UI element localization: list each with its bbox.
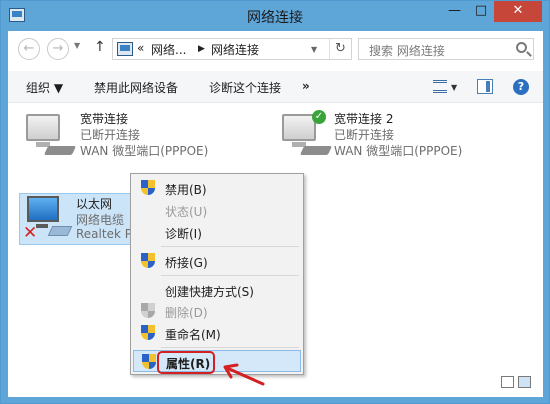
connection-device: Realtek P bbox=[76, 227, 132, 241]
connection-status: 已断开连接 bbox=[334, 128, 395, 142]
menu-item-label: 禁用(B) bbox=[165, 183, 207, 197]
back-button[interactable]: ← bbox=[18, 38, 40, 60]
connection-name: 宽带连接 2 bbox=[334, 112, 394, 126]
connection-item[interactable]: ✓ 宽带连接 2 已断开连接 WAN 微型端口(PPPOE) bbox=[268, 104, 538, 164]
diagnose-connection-button[interactable]: 诊断这个连接 bbox=[209, 79, 281, 96]
menu-item-rename[interactable]: 重命名(M) bbox=[133, 322, 301, 344]
refresh-button[interactable]: ↻ bbox=[329, 39, 351, 59]
uac-shield-icon bbox=[141, 325, 155, 341]
menu-separator bbox=[161, 246, 299, 247]
network-plug-icon bbox=[47, 226, 73, 236]
computer-icon bbox=[27, 196, 59, 222]
maximize-button[interactable]: □ bbox=[468, 1, 494, 22]
connection-name: 宽带连接 bbox=[80, 112, 129, 126]
connection-status: 网络电缆 bbox=[76, 213, 125, 227]
forward-button[interactable]: → bbox=[47, 38, 69, 60]
connection-status: 已断开连接 bbox=[80, 128, 141, 142]
red-x-icon: ✕ bbox=[23, 223, 38, 243]
tiles-view-icon[interactable] bbox=[518, 376, 531, 388]
address-bar: ← → ▼ ↑ « 网络... ▶ 网络连接 ▼ ↻ 搜索 网络连接 bbox=[8, 31, 543, 67]
menu-item-bridge[interactable]: 桥接(G) bbox=[133, 250, 301, 272]
menu-separator bbox=[161, 347, 299, 348]
connection-device: WAN 微型端口(PPPOE) bbox=[334, 144, 463, 158]
menu-item-label: 状态(U) bbox=[165, 205, 208, 219]
minimize-button[interactable]: — bbox=[441, 1, 468, 22]
menu-item-disable[interactable]: 禁用(B) bbox=[133, 177, 301, 199]
computer-icon bbox=[282, 114, 316, 141]
connection-device: WAN 微型端口(PPPOE) bbox=[80, 144, 209, 158]
network-icon bbox=[117, 42, 133, 56]
preview-pane-icon[interactable] bbox=[477, 79, 493, 94]
recent-locations-dropdown[interactable]: ▼ bbox=[74, 41, 80, 50]
details-view-icon[interactable] bbox=[501, 376, 514, 388]
uac-shield-icon bbox=[142, 354, 156, 370]
menu-item-diagnose[interactable]: 诊断(I) bbox=[133, 221, 301, 243]
uac-shield-icon bbox=[141, 180, 155, 196]
breadcrumb-network-connections[interactable]: 网络连接 bbox=[211, 41, 259, 58]
modem-icon bbox=[43, 146, 77, 155]
uac-shield-icon bbox=[141, 253, 155, 269]
computer-icon bbox=[26, 114, 60, 141]
breadcrumb-overflow[interactable]: « bbox=[137, 41, 144, 55]
menu-item-label: 创建快捷方式(S) bbox=[165, 285, 254, 299]
view-toggle-icons bbox=[501, 376, 535, 390]
monitor-stand bbox=[36, 224, 48, 228]
menu-item-label: 重命名(M) bbox=[165, 328, 221, 342]
breadcrumb-network[interactable]: 网络... bbox=[151, 41, 186, 58]
breadcrumb-separator[interactable]: ▶ bbox=[198, 44, 205, 54]
close-button[interactable]: ✕ bbox=[494, 1, 542, 22]
view-dropdown[interactable]: ▼ bbox=[451, 83, 457, 92]
search-input[interactable]: 搜索 网络连接 bbox=[358, 38, 534, 60]
uac-shield-icon bbox=[141, 303, 155, 319]
highlight-outline bbox=[157, 351, 215, 374]
menu-separator bbox=[161, 275, 299, 276]
menu-item-delete[interactable]: 删除(D) bbox=[133, 300, 301, 322]
command-bar: 组织 ▼ 禁用此网络设备 诊断这个连接 » ▼ ? bbox=[8, 71, 543, 103]
menu-item-label: 删除(D) bbox=[165, 306, 208, 320]
more-commands-button[interactable]: » bbox=[302, 79, 310, 93]
organize-menu[interactable]: 组织 ▼ bbox=[26, 79, 63, 96]
context-menu: 禁用(B) 状态(U) 诊断(I) 桥接(G) 创建快捷方式(S) 删除(D) … bbox=[130, 173, 304, 375]
address-box[interactable]: « 网络... ▶ 网络连接 ▼ ↻ bbox=[112, 38, 352, 60]
help-icon[interactable]: ? bbox=[513, 79, 529, 95]
menu-item-label: 桥接(G) bbox=[165, 256, 208, 270]
title-bar[interactable]: 网络连接 — □ ✕ bbox=[1, 1, 549, 31]
disable-device-button[interactable]: 禁用此网络设备 bbox=[94, 79, 178, 96]
menu-item-create-shortcut[interactable]: 创建快捷方式(S) bbox=[133, 279, 301, 301]
search-icon[interactable] bbox=[516, 42, 527, 53]
menu-item-status[interactable]: 状态(U) bbox=[133, 199, 301, 221]
address-dropdown[interactable]: ▼ bbox=[311, 45, 317, 54]
annotation-arrow-icon bbox=[223, 363, 265, 386]
up-button[interactable]: ↑ bbox=[94, 39, 106, 55]
view-icon[interactable] bbox=[433, 80, 447, 93]
search-placeholder: 搜索 网络连接 bbox=[369, 44, 445, 58]
menu-item-label: 诊断(I) bbox=[165, 227, 202, 241]
check-icon: ✓ bbox=[312, 110, 326, 124]
modem-icon bbox=[299, 146, 333, 155]
connection-name: 以太网 bbox=[76, 197, 113, 211]
connection-item[interactable]: 宽带连接 已断开连接 WAN 微型端口(PPPOE) bbox=[8, 104, 268, 164]
menu-item-properties[interactable]: 属性(R) bbox=[133, 350, 301, 374]
